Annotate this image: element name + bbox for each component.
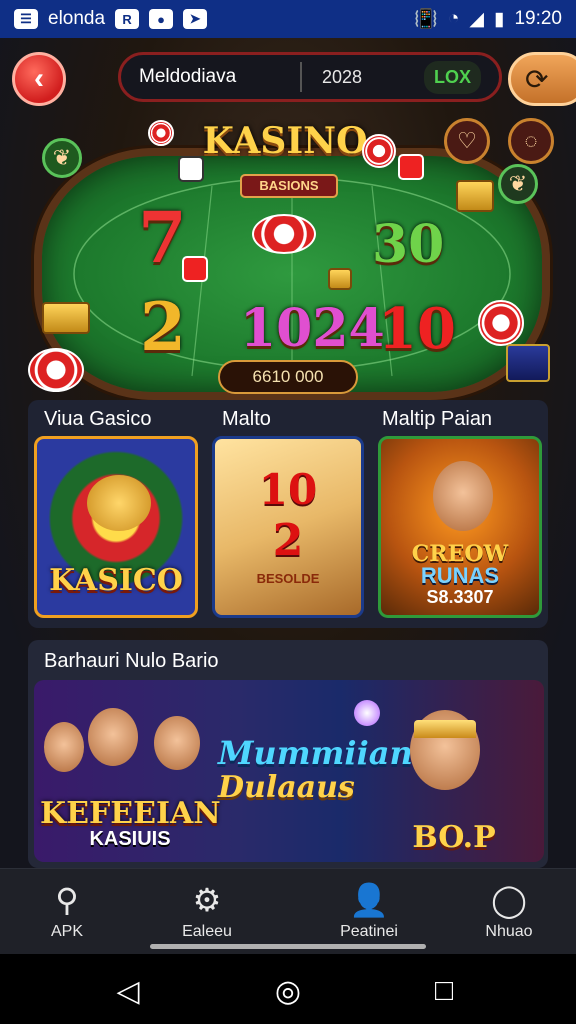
- wifi-icon: ◔: [447, 8, 460, 29]
- nav-label: Nhuao: [485, 923, 533, 940]
- system-nav-bar: ◁ ◎ □: [0, 954, 576, 1024]
- character-face: [88, 708, 138, 766]
- game-card-maltip[interactable]: CREOW RUNAS S8.3307: [378, 436, 542, 618]
- table-bet-value: 6610 000: [218, 360, 358, 394]
- nav-label: Peatinei: [340, 923, 398, 940]
- chip-icon: [28, 348, 84, 392]
- section-label: Malto: [222, 408, 271, 430]
- user-icon: 👤: [349, 882, 389, 918]
- mascot-face: [87, 475, 151, 531]
- featured-banner[interactable]: KEFEEIAN KASIUIS Mummiian Dulaaus BO.P: [34, 680, 544, 862]
- back-triangle-icon[interactable]: ◁: [108, 974, 148, 1009]
- bottom-nav: ⚲ APK ⚙ Ealeeu 👤 Peatinei ◯ Nhuao: [0, 868, 576, 954]
- ring-icon[interactable]: ◌: [508, 118, 554, 164]
- game-card-value: S8.3307: [426, 587, 494, 607]
- gold-bar-icon: [42, 302, 90, 334]
- header: ‹ Meldodiava 2028 LOX ⟳: [0, 38, 576, 122]
- plant-icon: ❦: [42, 138, 82, 178]
- nav-item-apk[interactable]: ⚲ APK: [12, 879, 122, 941]
- status-time: 19:20: [514, 8, 562, 29]
- table-number[interactable]: 1024: [240, 298, 385, 359]
- table-title: KASINO: [202, 120, 368, 162]
- home-indicator[interactable]: [150, 944, 426, 949]
- currency-badge[interactable]: LOX: [423, 60, 481, 94]
- table-number[interactable]: 7: [138, 196, 187, 279]
- section-label: Barhauri Nulo Bario: [44, 650, 219, 672]
- banner-left-title: KEFEEIAN: [40, 796, 221, 831]
- record-icon: ●: [149, 9, 174, 29]
- status-app-label: elonda: [48, 8, 106, 29]
- divider: [299, 62, 302, 92]
- game-card-mid-number: 2: [272, 515, 304, 566]
- balance-value: 2028: [321, 66, 363, 87]
- gem-icon: [354, 700, 380, 726]
- banner-mid-title: Mummiian: [218, 734, 413, 772]
- dice-icon: [182, 256, 208, 282]
- gold-bar-icon: [328, 268, 352, 290]
- nav-item-chat[interactable]: ◯ Nhuao: [454, 879, 564, 941]
- nav-label: Ealeeu: [182, 923, 232, 940]
- character-face: [154, 716, 200, 770]
- nav-item-profile[interactable]: 👤 Peatinei: [314, 879, 424, 941]
- search-icon: ⚲: [55, 882, 79, 918]
- send-icon: ➤: [183, 9, 208, 29]
- chip-icon: [148, 120, 174, 146]
- table-subtitle: BASIONS: [240, 174, 338, 198]
- title-pill: Meldodiava 2028 LOX: [118, 52, 502, 102]
- table-number[interactable]: 2: [140, 288, 186, 366]
- section-label: Maltip Paian: [382, 408, 493, 430]
- back-button[interactable]: ‹: [12, 52, 66, 106]
- game-card-big-number: 10: [258, 465, 318, 514]
- character-face: [44, 722, 84, 772]
- dice-icon: [178, 156, 204, 182]
- share-button[interactable]: ⟳: [508, 52, 576, 106]
- signal-icon: ◢: [469, 8, 484, 30]
- banner-left-subtitle: KASIUIS: [89, 828, 171, 850]
- plant-icon: ❦: [498, 164, 538, 204]
- game-card-caption: BESOLDE: [256, 571, 320, 586]
- gold-bar-icon: [456, 180, 494, 212]
- page-title: Meldodiava: [139, 66, 237, 87]
- chip-icon: [362, 134, 396, 168]
- nav-item-settings[interactable]: ⚙ Ealeeu: [152, 879, 262, 941]
- cast-icon: ☰: [14, 9, 38, 29]
- nav-label: APK: [50, 923, 83, 940]
- banner-right-title: BO.P: [412, 820, 496, 855]
- gear-icon: ⚙: [192, 882, 222, 918]
- crown-icon: [414, 720, 476, 738]
- vibrate-icon: 📳: [414, 9, 438, 30]
- table-number[interactable]: 30: [372, 214, 444, 275]
- share-icon: ⟳: [525, 63, 549, 95]
- game-card-kasico[interactable]: KASICO: [34, 436, 198, 618]
- banner-mid-subtitle: Dulaaus: [218, 770, 355, 805]
- game-card-subtitle: RUNAS: [420, 563, 500, 588]
- home-circle-icon[interactable]: ◎: [268, 974, 308, 1009]
- dice-icon: [398, 154, 424, 180]
- status-bar: ☰ elonda R ● ➤ 📳 ◔ ◢ ▮ 19:20: [0, 0, 576, 38]
- chip-icon: [252, 214, 316, 254]
- chevron-left-icon: ‹: [34, 62, 44, 95]
- game-card-title: KASICO: [49, 563, 183, 598]
- section-label: Viua Gasico: [44, 408, 152, 430]
- table-number[interactable]: 10: [378, 296, 456, 362]
- chat-icon: ◯: [491, 882, 527, 918]
- heart-icon[interactable]: ♡: [444, 118, 490, 164]
- game-card-malto[interactable]: 10 2 BESOLDE: [212, 436, 364, 618]
- recents-square-icon[interactable]: □: [424, 974, 464, 1008]
- battery-icon: ▮: [493, 8, 505, 30]
- chip-icon: [478, 300, 524, 346]
- treasure-box-icon: [506, 344, 550, 382]
- mail-icon: R: [115, 9, 140, 29]
- character-face: [433, 461, 493, 531]
